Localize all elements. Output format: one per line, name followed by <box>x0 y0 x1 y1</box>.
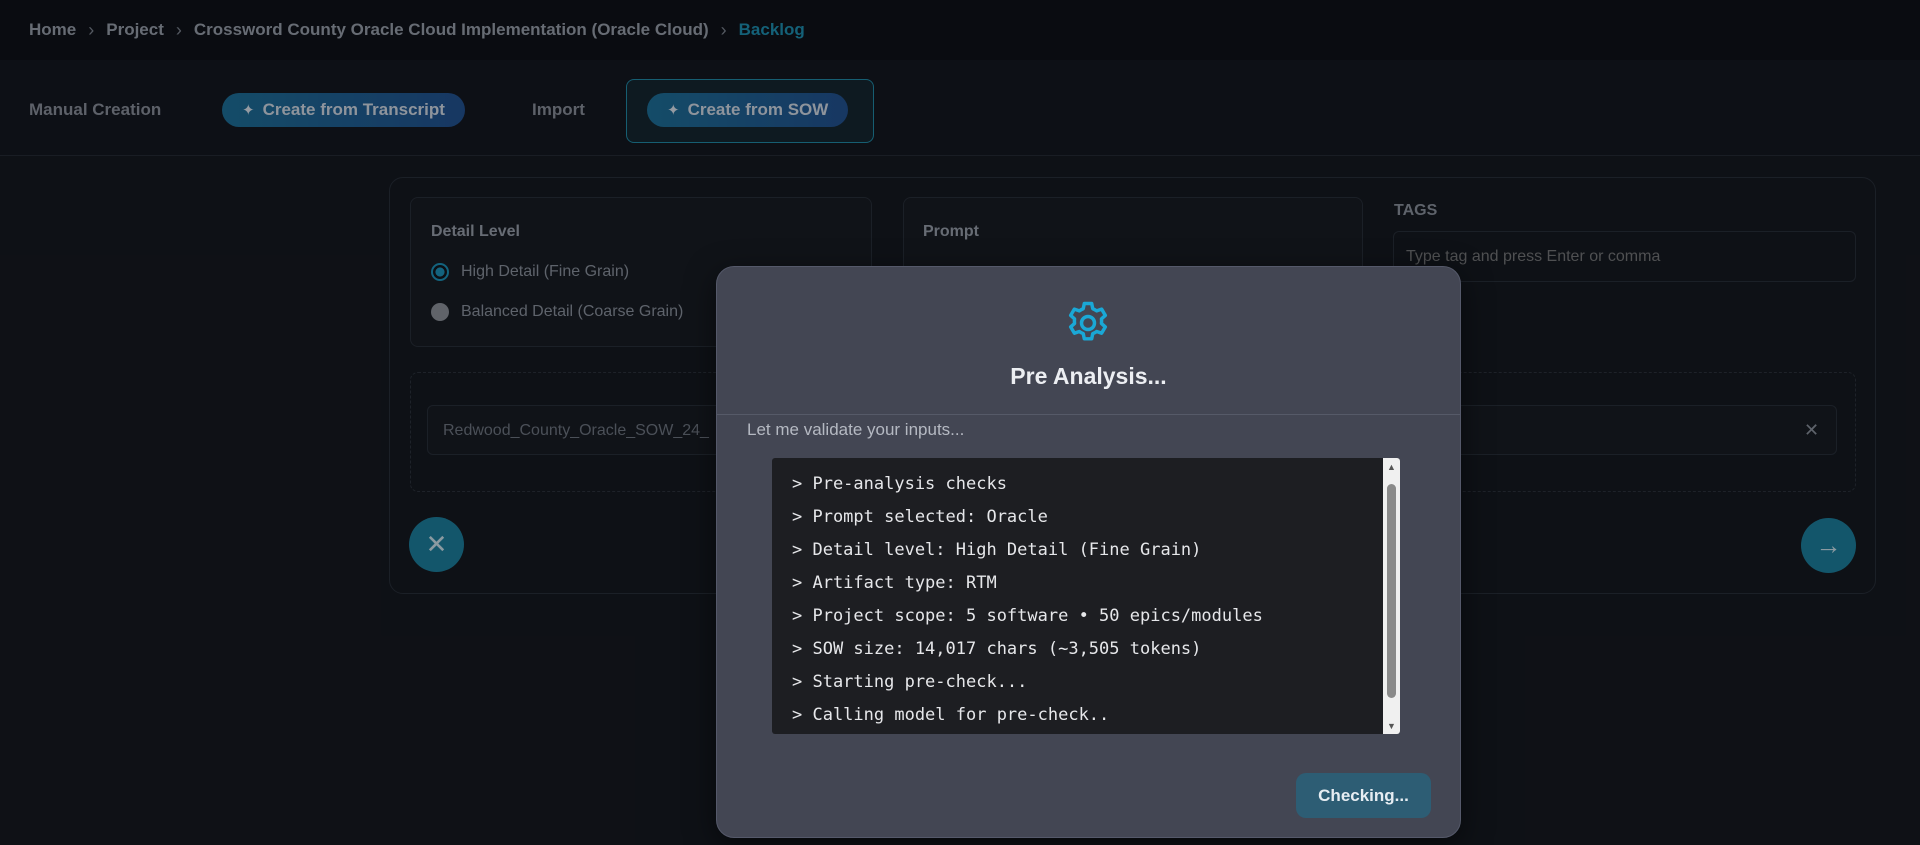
console-line: > Detail level: High Detail (Fine Grain) <box>792 540 1202 560</box>
console-scrollbar[interactable]: ▲ ▼ <box>1383 458 1400 734</box>
console-line: > Prompt selected: Oracle <box>792 507 1048 527</box>
console-line: > Pre-analysis checks <box>792 474 1007 494</box>
modal-divider <box>717 414 1460 415</box>
modal-subtitle: Let me validate your inputs... <box>747 420 965 439</box>
pre-analysis-modal: Pre Analysis... Let me validate your inp… <box>716 266 1461 838</box>
scroll-up-arrow-icon[interactable]: ▲ <box>1383 458 1400 475</box>
pre-check-console[interactable]: > Pre-analysis checks > Prompt selected:… <box>772 458 1400 734</box>
scroll-thumb[interactable] <box>1387 484 1396 698</box>
console-line: > SOW size: 14,017 chars (~3,505 tokens) <box>792 639 1202 659</box>
scroll-down-arrow-icon[interactable]: ▼ <box>1383 717 1400 734</box>
gear-icon <box>1068 301 1108 341</box>
console-line: > Project scope: 5 software • 50 epics/m… <box>792 606 1263 626</box>
console-lines: > Pre-analysis checks > Prompt selected:… <box>792 468 1263 732</box>
checking-button[interactable]: Checking... <box>1296 773 1431 818</box>
console-line: > Starting pre-check... <box>792 672 1028 692</box>
console-line: > Artifact type: RTM <box>792 573 997 593</box>
console-line: > Calling model for pre-check.. <box>792 705 1110 725</box>
modal-title: Pre Analysis... <box>1010 363 1167 389</box>
